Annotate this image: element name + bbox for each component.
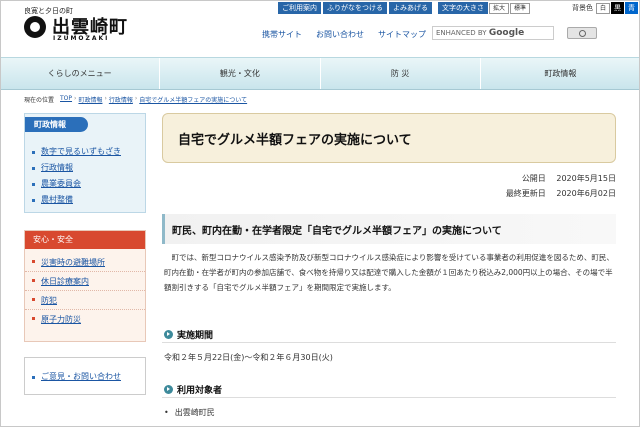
sitemap-link[interactable]: サイトマップ xyxy=(378,29,426,40)
article-heading-box: 町民、町内在勤・在学者限定「自宅でグルメ半額フェア」の実施について xyxy=(162,214,616,244)
fontsize-control: 文字の大きさ 拡大 標準 xyxy=(438,2,531,14)
sidebar-safety-list: 災害時の避難場所 休日診療案内 防犯 原子力防災 xyxy=(25,253,145,329)
arrow-circle-icon xyxy=(164,330,173,339)
google-brand: Google xyxy=(488,28,525,38)
site-logo-roman: IZUMOZAKI xyxy=(53,35,110,42)
divider xyxy=(162,397,616,398)
color-blue-button[interactable]: 青 xyxy=(625,2,639,14)
page-title-box: 自宅でグルメ半額フェアの実施について xyxy=(162,113,616,163)
period-heading-text: 実施期間 xyxy=(177,331,214,341)
updated-value: 2020年6月02日 xyxy=(556,189,616,198)
header-links: 携帯サイト お問い合わせ サイトマップ xyxy=(262,29,440,40)
sidebar-item-statistics[interactable]: 数字で見るいずもざき xyxy=(25,144,145,160)
breadcrumb-label: 現在の位置 xyxy=(24,97,55,104)
published-date: 公開日 2020年5月15日 xyxy=(514,173,616,184)
nav-tourism-culture[interactable]: 観光・文化 xyxy=(160,58,321,89)
breadcrumb-separator: › xyxy=(74,95,77,102)
sidebar-item-agriculture-committee[interactable]: 農業委員会 xyxy=(25,176,145,192)
sidebar-item-admin-info[interactable]: 行政情報 xyxy=(25,160,145,176)
breadcrumb-separator: › xyxy=(104,95,107,102)
nav-living-menu[interactable]: くらしのメニュー xyxy=(0,58,161,89)
sidebar-safety: 安心・安全 災害時の避難場所 休日診療案内 防犯 原子力防災 xyxy=(24,230,146,342)
color-black-button[interactable]: 黒 xyxy=(611,2,625,14)
global-nav: くらしのメニュー 観光・文化 防 災 町政情報 xyxy=(0,57,640,90)
sidebar-town-info-title[interactable]: 町政情報 xyxy=(25,117,88,132)
search-button[interactable] xyxy=(567,27,597,39)
breadcrumb: 現在の位置 TOP › 町政情報 › 行政情報 › 自宅でグルメ半額フェアの実施… xyxy=(24,95,247,104)
guide-button[interactable]: ご利用案内 xyxy=(278,2,321,14)
nav-town-info[interactable]: 町政情報 xyxy=(481,58,640,89)
breadcrumb-admin-info[interactable]: 行政情報 xyxy=(109,95,133,104)
target-heading: 利用対象者 xyxy=(164,383,222,396)
updated-label: 最終更新日 xyxy=(505,189,546,198)
sidebar-item-evacuation[interactable]: 災害時の避難場所 xyxy=(25,253,145,272)
sidebar-feedback: ご意見・お問い合わせ xyxy=(24,357,146,395)
article-paragraph: 町では、新型コロナウイルス感染予防及び新型コロナウイルス感染症により影響を受けて… xyxy=(164,253,614,292)
sidebar-item-holiday-clinic[interactable]: 休日診療案内 xyxy=(25,272,145,291)
fontsize-label: 文字の大きさ xyxy=(438,2,488,14)
nav-disaster-prevention[interactable]: 防 災 xyxy=(321,58,481,89)
color-white-button[interactable]: 白 xyxy=(596,3,611,14)
target-heading-text: 利用対象者 xyxy=(177,386,223,396)
color-label: 背景色 xyxy=(572,4,593,12)
town-emblem-icon[interactable] xyxy=(24,16,46,38)
breadcrumb-town-info[interactable]: 町政情報 xyxy=(78,95,102,104)
mobile-site-link[interactable]: 携帯サイト xyxy=(262,29,302,40)
published-label: 公開日 xyxy=(521,174,546,183)
arrow-circle-icon xyxy=(164,385,173,394)
period-heading: 実施期間 xyxy=(164,328,213,341)
read-aloud-button[interactable]: よみあげる xyxy=(389,2,432,14)
search-input[interactable]: ENHANCED BY Google xyxy=(432,26,554,40)
sidebar-item-feedback[interactable]: ご意見・お問い合わせ xyxy=(25,369,121,385)
sidebar-town-info: 町政情報 数字で見るいずもざき 行政情報 農業委員会 農村整備 xyxy=(24,113,146,213)
fontsize-large-button[interactable]: 拡大 xyxy=(489,3,510,14)
contact-link[interactable]: お問い合わせ xyxy=(316,29,364,40)
furigana-button[interactable]: ふりがなをつける xyxy=(323,2,387,14)
updated-date: 最終更新日 2020年6月02日 xyxy=(498,188,616,199)
fontsize-standard-button[interactable]: 標準 xyxy=(510,3,531,14)
period-text: 令和２年５月22日(金)～令和２年６月30日(火) xyxy=(164,353,333,362)
sidebar-item-crime-prevention[interactable]: 防犯 xyxy=(25,291,145,310)
color-control: 背景色 白 黒 青 xyxy=(566,2,639,14)
sidebar-item-rural-development[interactable]: 農村整備 xyxy=(25,192,145,208)
sidebar-town-info-list: 数字で見るいずもざき 行政情報 農業委員会 農村整備 xyxy=(25,144,145,208)
article-heading: 町民、町内在勤・在学者限定「自宅でグルメ半額フェア」の実施について xyxy=(172,226,502,237)
page-title: 自宅でグルメ半額フェアの実施について xyxy=(178,133,412,148)
breadcrumb-current[interactable]: 自宅でグルメ半額フェアの実施について xyxy=(139,95,247,104)
target-item: 出雲崎町民 xyxy=(164,407,215,418)
utility-buttons: ご利用案内 ふりがなをつける よみあげる xyxy=(276,2,432,14)
published-value: 2020年5月15日 xyxy=(556,174,616,183)
breadcrumb-top[interactable]: TOP xyxy=(60,95,72,104)
sidebar-safety-title: 安心・安全 xyxy=(25,231,145,249)
divider xyxy=(162,342,616,343)
search-enhanced-label: ENHANCED BY xyxy=(436,29,487,37)
sidebar-item-nuclear-safety[interactable]: 原子力防災 xyxy=(25,310,145,329)
breadcrumb-separator: › xyxy=(134,95,138,102)
